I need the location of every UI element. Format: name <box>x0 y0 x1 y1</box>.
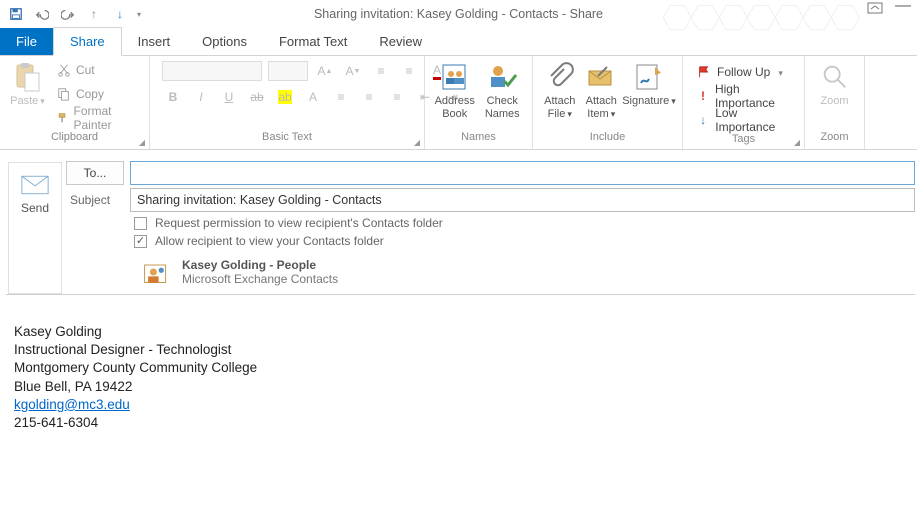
clipboard-dialog-launcher[interactable]: ◢ <box>139 138 145 147</box>
redo-button[interactable] <box>56 2 80 26</box>
ribbon-display-options[interactable] <box>865 2 885 17</box>
format-painter-button[interactable]: Format Painter <box>53 107 143 129</box>
undo-button[interactable] <box>30 2 54 26</box>
group-clipboard-label: Clipboard <box>51 131 98 143</box>
tab-review[interactable]: Review <box>363 28 438 55</box>
numbering-button[interactable]: ≡ <box>398 61 420 81</box>
low-importance-button[interactable]: ↓ Low Importance <box>693 109 794 131</box>
tab-share[interactable]: Share <box>53 27 122 56</box>
address-book-icon <box>439 61 471 93</box>
cut-label: Cut <box>76 63 95 77</box>
highlight-button[interactable]: ab <box>274 87 296 107</box>
high-importance-button[interactable]: ! High Importance <box>693 85 794 107</box>
align-right-button[interactable]: ≡ <box>386 87 408 107</box>
follow-up-label: Follow Up <box>717 65 770 79</box>
address-book-label: Address Book <box>433 95 477 120</box>
signature-addr: Blue Bell, PA 19422 <box>14 378 917 396</box>
shared-folder-title: Kasey Golding - People <box>182 258 338 272</box>
minimize-button[interactable]: — <box>893 2 913 17</box>
down-arrow-icon: ↓ <box>697 113 709 127</box>
bullets-button[interactable]: ≡ <box>370 61 392 81</box>
group-tags-label: Tags <box>732 133 755 145</box>
to-input[interactable] <box>130 161 915 185</box>
font-selector[interactable] <box>162 61 262 81</box>
ribbon-tabs: File Share Insert Options Format Text Re… <box>0 28 917 56</box>
attach-file-button[interactable]: Attach File <box>539 59 581 120</box>
check-names-icon <box>486 61 518 93</box>
signature-label: Signature <box>622 95 669 107</box>
underline-button[interactable]: U <box>218 87 240 107</box>
subject-input[interactable] <box>130 188 915 212</box>
check-names-button[interactable]: Check Names <box>479 59 527 120</box>
send-label: Send <box>21 201 49 215</box>
align-left-button[interactable]: ≡ <box>330 87 352 107</box>
group-include-label: Include <box>539 131 676 149</box>
strike-button[interactable]: ab <box>246 87 268 107</box>
message-body[interactable]: Kasey Golding Instructional Designer - T… <box>0 295 917 432</box>
send-button[interactable]: Send <box>8 162 62 294</box>
signature-org: Montgomery County Community College <box>14 359 917 377</box>
tags-dialog-launcher[interactable]: ◢ <box>794 138 800 147</box>
paste-icon <box>11 61 43 93</box>
font-size-selector[interactable] <box>268 61 308 81</box>
format-painter-icon <box>57 111 69 125</box>
copy-icon <box>57 87 71 101</box>
follow-up-button[interactable]: Follow Up <box>693 61 794 83</box>
ribbon: Paste Cut Copy Format Painter <box>0 56 917 150</box>
low-importance-label: Low Importance <box>715 106 790 134</box>
address-book-button[interactable]: Address Book <box>431 59 479 120</box>
next-item-button[interactable]: ↓ <box>108 2 132 26</box>
exclamation-icon: ! <box>697 89 709 103</box>
zoom-icon <box>819 61 851 93</box>
envelope-icon <box>21 175 49 195</box>
copy-label: Copy <box>76 87 104 101</box>
italic-button[interactable]: I <box>190 87 212 107</box>
people-folder-icon <box>142 258 170 286</box>
basic-text-controls: A▲ A▼ ≡ ≡ A B I U ab ab A ≡ ≡ <box>156 59 470 109</box>
flag-icon <box>697 65 711 79</box>
align-center-button[interactable]: ≡ <box>358 87 380 107</box>
paperclip-icon <box>544 61 576 93</box>
file-tab[interactable]: File <box>0 28 53 55</box>
subject-label: Subject <box>66 193 124 207</box>
shared-folder-subtitle: Microsoft Exchange Contacts <box>182 272 338 286</box>
signature-button[interactable]: Signature <box>622 59 676 108</box>
grow-font-button[interactable]: A▲ <box>314 61 336 81</box>
basic-text-dialog-launcher[interactable]: ◢ <box>414 138 420 147</box>
zoom-button[interactable]: Zoom <box>811 59 858 108</box>
shared-folder-item: Kasey Golding - People Microsoft Exchang… <box>142 258 915 286</box>
group-basic-text-label: Basic Text <box>262 131 312 143</box>
copy-button[interactable]: Copy <box>53 83 143 105</box>
group-zoom-label: Zoom <box>811 131 858 149</box>
shrink-font-button[interactable]: A▼ <box>342 61 364 81</box>
qat-customize-button[interactable]: ▾ <box>134 2 144 26</box>
signature-icon <box>633 61 665 93</box>
to-button[interactable]: To... <box>66 161 124 185</box>
cut-button[interactable]: Cut <box>53 59 143 81</box>
group-names-label: Names <box>431 131 526 149</box>
cut-icon <box>57 63 71 77</box>
tab-format-text[interactable]: Format Text <box>263 28 363 55</box>
request-permission-label: Request permission to view recipient's C… <box>155 216 443 230</box>
signature-email-link[interactable]: kgolding@mc3.edu <box>14 397 130 412</box>
allow-recipient-checkbox[interactable] <box>134 235 147 248</box>
bold-button[interactable]: B <box>162 87 184 107</box>
format-painter-label: Format Painter <box>74 104 140 132</box>
attach-item-icon <box>585 61 617 93</box>
save-button[interactable] <box>4 2 28 26</box>
clear-format-button[interactable]: A <box>302 87 324 107</box>
prev-item-button[interactable]: ↑ <box>82 2 106 26</box>
zoom-label: Zoom <box>820 95 848 108</box>
attach-item-button[interactable]: Attach Item <box>581 59 623 120</box>
signature-name: Kasey Golding <box>14 323 917 341</box>
tab-options[interactable]: Options <box>186 28 263 55</box>
signature-title: Instructional Designer - Technologist <box>14 341 917 359</box>
paste-label: Paste <box>10 95 38 107</box>
signature-phone: 215-641-6304 <box>14 414 917 432</box>
paste-button[interactable]: Paste <box>6 59 49 108</box>
allow-recipient-label: Allow recipient to view your Contacts fo… <box>155 234 384 248</box>
request-permission-checkbox[interactable] <box>134 217 147 230</box>
tab-insert[interactable]: Insert <box>122 28 187 55</box>
check-names-label: Check Names <box>481 95 525 120</box>
